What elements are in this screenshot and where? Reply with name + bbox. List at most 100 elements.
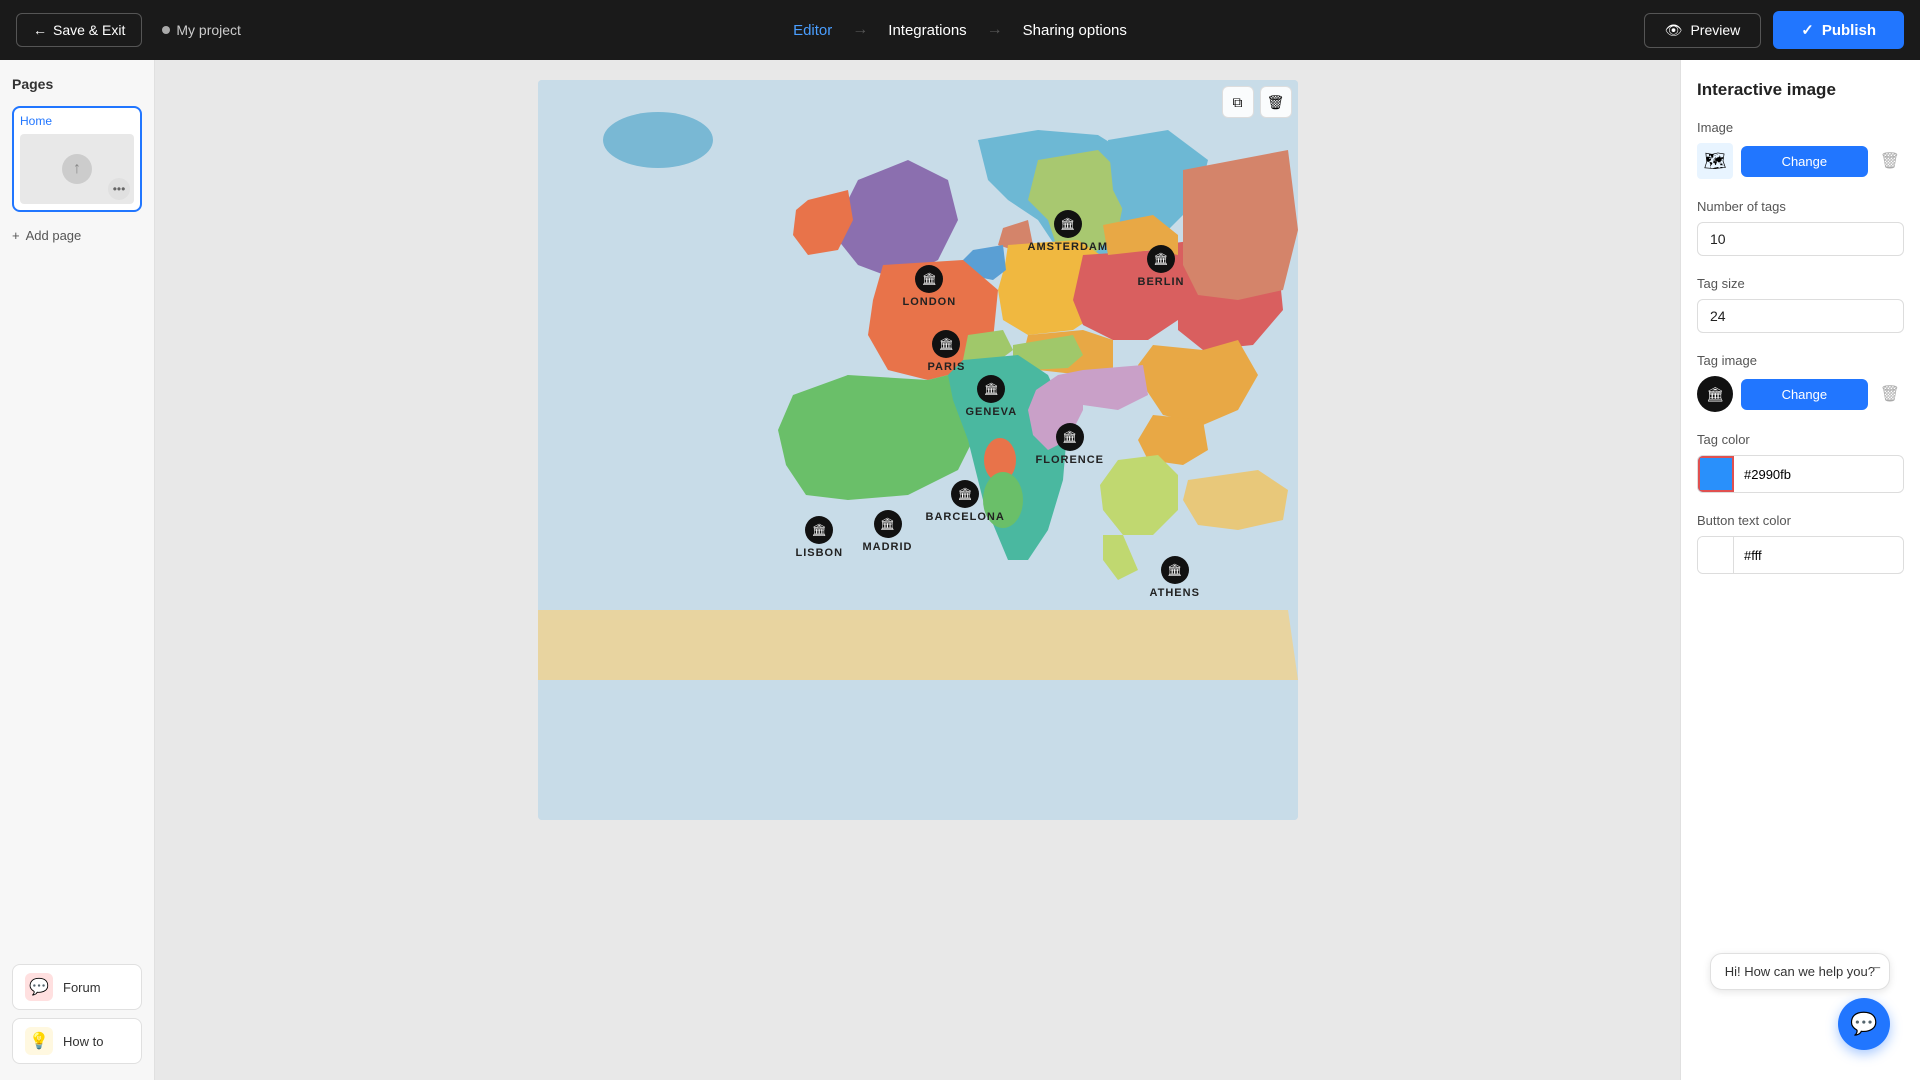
check-icon: ✓	[1801, 21, 1814, 39]
pin-label-madrid: MADRID	[863, 541, 913, 553]
btn-text-color-label: Button text color	[1697, 513, 1904, 528]
delete-canvas-button[interactable]: 🗑	[1260, 86, 1292, 118]
right-panel: Interactive image Image 🗺 Change 🗑 Numbe…	[1680, 60, 1920, 1080]
pin-paris[interactable]: 🏛 PARIS	[928, 330, 966, 373]
canvas-controls: ⧉ 🗑	[1222, 86, 1292, 118]
change-image-button[interactable]: Change	[1741, 146, 1868, 177]
arrow-left-icon: ←	[33, 22, 47, 38]
chat-help-text: Hi! How can we help you?	[1725, 964, 1875, 979]
topnav-left: ← Save & Exit My project	[16, 13, 241, 47]
page-card-home-label: Home	[20, 114, 134, 128]
forum-icon: 💬	[25, 973, 53, 1001]
panel-image-section: Image 🗺 Change 🗑	[1697, 120, 1904, 179]
btn-text-color-input[interactable]	[1734, 540, 1904, 571]
page-dots-button[interactable]: •••	[108, 178, 130, 200]
project-name: My project	[162, 22, 241, 38]
pin-label-amsterdam: AMSTERDAM	[1028, 241, 1109, 253]
panel-tag-size-section: Tag size	[1697, 276, 1904, 333]
pin-label-london: LONDON	[903, 296, 957, 308]
num-tags-input[interactable]	[1697, 222, 1904, 256]
chat-minimize-button[interactable]: −	[1872, 960, 1881, 978]
pin-barcelona[interactable]: 🏛 BARCELONA	[926, 480, 1005, 523]
pin-label-geneva: GENEVA	[966, 406, 1018, 418]
howto-icon: 💡	[25, 1027, 53, 1055]
panel-num-tags-section: Number of tags	[1697, 199, 1904, 256]
pin-icon-london: 🏛	[915, 265, 943, 293]
duplicate-canvas-button[interactable]: ⧉	[1222, 86, 1254, 118]
panel-btn-text-color-section: Button text color	[1697, 513, 1904, 574]
pin-icon-barcelona: 🏛	[951, 480, 979, 508]
sidebar: Pages Home ↑ ••• + Add page 💬 Forum 💡 Ho…	[0, 60, 155, 1080]
nav-step-sharing[interactable]: Sharing options	[1015, 18, 1135, 43]
delete-tag-button[interactable]: 🗑	[1876, 380, 1904, 408]
europe-map-svg	[538, 80, 1298, 820]
pages-title: Pages	[12, 76, 142, 92]
nav-step-editor[interactable]: Editor	[785, 18, 840, 43]
forum-button[interactable]: 💬 Forum	[12, 964, 142, 1010]
plus-icon: +	[12, 228, 20, 243]
pin-icon-amsterdam: 🏛	[1054, 210, 1082, 238]
preview-label: Preview	[1690, 22, 1740, 38]
topnav: ← Save & Exit My project Editor → Integr…	[0, 0, 1920, 60]
pin-madrid[interactable]: 🏛 MADRID	[863, 510, 913, 553]
tag-color-row	[1697, 455, 1904, 493]
panel-tag-color-section: Tag color	[1697, 432, 1904, 493]
pin-icon-florence: 🏛	[1056, 423, 1084, 451]
pin-london[interactable]: 🏛 LONDON	[903, 265, 957, 308]
pin-icon-lisbon: 🏛	[805, 516, 833, 544]
project-name-label: My project	[176, 22, 241, 38]
save-exit-label: Save & Exit	[53, 22, 125, 38]
chat-bubble-button[interactable]: 💬	[1838, 998, 1890, 1050]
chat-bubble-icon: 💬	[1850, 1011, 1877, 1037]
main-layout: Pages Home ↑ ••• + Add page 💬 Forum 💡 Ho…	[0, 60, 1920, 1080]
delete-image-button[interactable]: 🗑	[1876, 147, 1904, 175]
tag-size-input[interactable]	[1697, 299, 1904, 333]
canvas-area: ⧉ 🗑	[155, 60, 1680, 1080]
pin-icon-geneva: 🏛	[977, 375, 1005, 403]
pin-icon-madrid: 🏛	[874, 510, 902, 538]
howto-label: How to	[63, 1034, 103, 1049]
howto-button[interactable]: 💡 How to	[12, 1018, 142, 1064]
tag-color-input[interactable]	[1734, 459, 1904, 490]
chat-help-bar: Hi! How can we help you? −	[1710, 953, 1890, 990]
panel-tag-image-section: Tag image 🏛 Change 🗑	[1697, 353, 1904, 412]
pin-icon-paris: 🏛	[932, 330, 960, 358]
nav-step-integrations[interactable]: Integrations	[880, 18, 974, 43]
nav-arrow-1: →	[852, 21, 868, 39]
change-tag-button[interactable]: Change	[1741, 379, 1868, 410]
publish-button[interactable]: ✓ Publish	[1773, 11, 1904, 49]
image-thumbnail: 🗺	[1697, 143, 1733, 179]
pin-label-florence: FLORENCE	[1036, 454, 1105, 466]
eye-icon: 👁	[1665, 22, 1683, 39]
pin-label-athens: ATHENS	[1150, 587, 1200, 599]
pin-lisbon[interactable]: 🏛 LISBON	[796, 516, 844, 559]
publish-label: Publish	[1822, 22, 1876, 39]
image-row: 🗺 Change 🗑	[1697, 143, 1904, 179]
add-page-button[interactable]: + Add page	[12, 224, 142, 247]
project-dot	[162, 26, 170, 34]
pin-label-berlin: BERLIN	[1138, 276, 1185, 288]
num-tags-label: Number of tags	[1697, 199, 1904, 214]
pin-athens[interactable]: 🏛 ATHENS	[1150, 556, 1200, 599]
tag-color-label: Tag color	[1697, 432, 1904, 447]
btn-text-color-row	[1697, 536, 1904, 574]
topnav-center: Editor → Integrations → Sharing options	[785, 18, 1135, 43]
pin-amsterdam[interactable]: 🏛 AMSTERDAM	[1028, 210, 1109, 253]
canvas-wrapper: ⧉ 🗑	[538, 80, 1298, 820]
tag-color-swatch[interactable]	[1698, 456, 1734, 492]
pin-berlin[interactable]: 🏛 BERLIN	[1138, 245, 1185, 288]
pin-geneva[interactable]: 🏛 GENEVA	[966, 375, 1018, 418]
tag-image-label: Tag image	[1697, 353, 1904, 368]
pin-label-barcelona: BARCELONA	[926, 511, 1005, 523]
page-thumbnail-icon: ↑	[62, 154, 92, 184]
pin-icon-berlin: 🏛	[1147, 245, 1175, 273]
pin-label-paris: PARIS	[928, 361, 966, 373]
page-card-home[interactable]: Home ↑ •••	[12, 106, 142, 212]
preview-button[interactable]: 👁 Preview	[1644, 13, 1762, 48]
save-exit-button[interactable]: ← Save & Exit	[16, 13, 142, 47]
add-page-label: Add page	[26, 228, 82, 243]
pin-florence[interactable]: 🏛 FLORENCE	[1036, 423, 1105, 466]
pin-label-lisbon: LISBON	[796, 547, 844, 559]
btn-text-color-swatch[interactable]	[1698, 537, 1734, 573]
panel-title: Interactive image	[1697, 80, 1904, 100]
